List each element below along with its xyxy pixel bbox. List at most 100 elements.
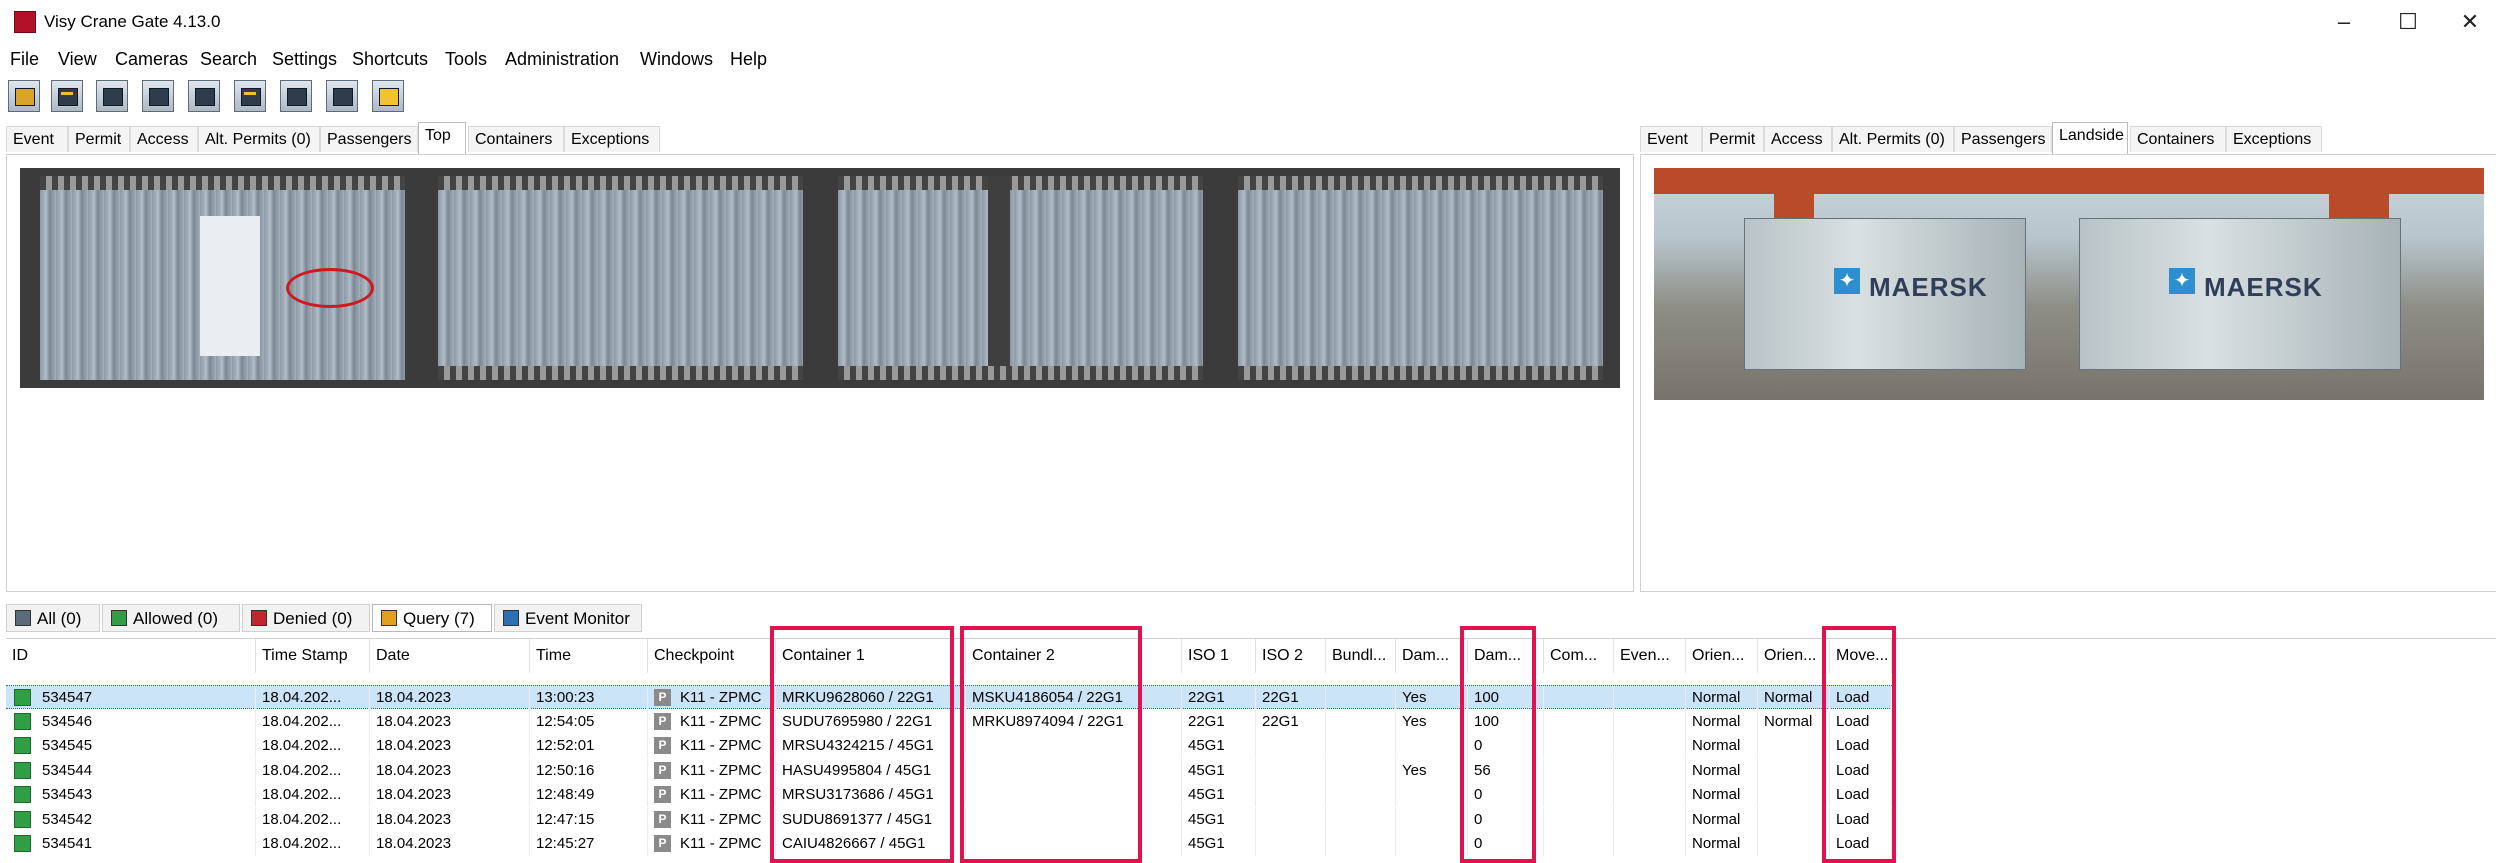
cell-text: Yes [1402, 712, 1427, 730]
menu-view[interactable]: View [58, 49, 97, 70]
tab-event-monitor[interactable]: Event Monitor [494, 604, 642, 632]
status-allowed-icon [14, 712, 31, 730]
cell-damage-flag: Yes [1396, 758, 1468, 783]
tab-containers-right[interactable]: Containers [2130, 126, 2226, 152]
highlight-damage [1460, 626, 1536, 863]
close-icon[interactable]: ✕ [2440, 4, 2496, 40]
tab-alt-permits[interactable]: Alt. Permits (0) [198, 126, 320, 152]
menu-help[interactable]: Help [730, 49, 767, 70]
cell-damage-flag [1396, 807, 1468, 832]
event-view-icon[interactable] [51, 80, 83, 112]
checkpoint-icon: P [654, 786, 671, 803]
tab-landside[interactable]: Landside [2052, 122, 2128, 154]
tab-denied[interactable]: Denied (0) [242, 604, 370, 632]
tab-access-right[interactable]: Access [1764, 126, 1832, 152]
tab-exceptions-right[interactable]: Exceptions [2226, 126, 2322, 152]
cell-orientation-2: Normal [1758, 709, 1830, 734]
cell-time: 12:50:16 [530, 758, 648, 783]
column-header-orientation-2[interactable]: Orien... [1758, 639, 1830, 673]
menu-administration[interactable]: Administration [505, 49, 619, 70]
cell-text: 18.04.2023 [376, 761, 452, 779]
cell-iso-1: 22G1 [1182, 709, 1256, 734]
column-header-event[interactable]: Even... [1614, 639, 1686, 673]
tab-event-right[interactable]: Event [1640, 126, 1702, 152]
maximize-icon[interactable]: ☐ [2378, 4, 2438, 40]
tab-allowed[interactable]: Allowed (0) [102, 604, 240, 632]
tab-top[interactable]: Top [418, 122, 466, 154]
menu-cameras[interactable]: Cameras [115, 49, 188, 70]
landside-camera-strip: ✦ MAERSK ✦ MAERSK [1654, 168, 2484, 400]
column-header-time-stamp[interactable]: Time Stamp [256, 639, 370, 673]
cell-iso-2: 22G1 [1256, 709, 1326, 734]
checkpoint-icon: P [654, 835, 671, 852]
stack-view-icon[interactable] [96, 80, 128, 112]
cell-text: 12:54:05 [536, 712, 595, 730]
minimize-icon[interactable]: – [2314, 4, 2374, 40]
column-header-orientation-1[interactable]: Orien... [1686, 639, 1758, 673]
column-header-damage-flag[interactable]: Dam... [1396, 639, 1468, 673]
cell-time-stamp: 18.04.202... [256, 832, 370, 856]
cell-text: 534545 [42, 737, 93, 754]
report-icon[interactable] [372, 80, 404, 112]
cell-orientation-1: Normal [1686, 783, 1758, 807]
landside-camera-image-2[interactable]: ✦ MAERSK [2069, 168, 2484, 400]
tab-containers[interactable]: Containers [468, 126, 564, 152]
tab-exceptions[interactable]: Exceptions [564, 126, 660, 152]
column-header-time[interactable]: Time [530, 639, 648, 673]
menu-tools[interactable]: Tools [445, 49, 487, 70]
menu-shortcuts[interactable]: Shortcuts [352, 49, 428, 70]
column-header-iso-1[interactable]: ISO 1 [1182, 639, 1256, 673]
menu-file[interactable]: File [10, 49, 39, 70]
cell-event [1614, 783, 1686, 807]
message-icon[interactable] [280, 80, 312, 112]
cell-text: 22G1 [1262, 712, 1299, 730]
menu-settings[interactable]: Settings [272, 49, 337, 70]
tab-access[interactable]: Access [130, 126, 198, 152]
cell-text: 12:45:27 [536, 835, 595, 852]
column-header-comment[interactable]: Com... [1544, 639, 1614, 673]
column-header-id[interactable]: ID [6, 639, 256, 673]
cell-date: 18.04.2023 [370, 832, 530, 856]
cell-text: 12:50:16 [536, 761, 595, 779]
cell-bundle [1326, 709, 1396, 734]
grid-view-icon[interactable] [142, 80, 174, 112]
top-camera-image-1[interactable] [40, 176, 405, 380]
cell-text: 18.04.2023 [376, 689, 452, 706]
cell-iso-1: 45G1 [1182, 807, 1256, 832]
cell-text: Normal [1764, 689, 1813, 706]
cell-bundle [1326, 807, 1396, 832]
cell-comment [1544, 709, 1614, 734]
tab-all[interactable]: All (0) [6, 604, 100, 632]
cell-text: 22G1 [1188, 689, 1225, 706]
image-view-icon[interactable] [188, 80, 220, 112]
tab-passengers[interactable]: Passengers [320, 126, 418, 152]
column-header-iso-2[interactable]: ISO 2 [1256, 639, 1326, 673]
list-edit-icon[interactable] [234, 80, 266, 112]
query-icon [381, 610, 397, 626]
top-camera-image-4[interactable] [1238, 176, 1603, 380]
cell-id: 534544 [6, 758, 256, 783]
cell-text: 18.04.2023 [376, 810, 452, 828]
cell-checkpoint: P K11 - ZPMC [648, 783, 776, 807]
window-icon[interactable] [326, 80, 358, 112]
open-camera-icon[interactable] [8, 80, 40, 112]
cell-iso-2: 22G1 [1256, 686, 1326, 710]
tab-event[interactable]: Event [6, 126, 68, 152]
cell-date: 18.04.2023 [370, 783, 530, 807]
tab-alt-permits-right[interactable]: Alt. Permits (0) [1832, 126, 1954, 152]
column-header-date[interactable]: Date [370, 639, 530, 673]
cell-text: 18.04.202... [262, 761, 342, 779]
cell-checkpoint: P K11 - ZPMC [648, 807, 776, 832]
top-camera-image-3[interactable] [838, 176, 1203, 380]
menu-windows[interactable]: Windows [640, 49, 713, 70]
tab-permit[interactable]: Permit [68, 126, 130, 152]
tab-query[interactable]: Query (7) [372, 604, 492, 632]
tab-permit-right[interactable]: Permit [1702, 126, 1764, 152]
column-header-bundle[interactable]: Bundl... [1326, 639, 1396, 673]
top-camera-image-2[interactable] [438, 176, 803, 380]
tab-passengers-right[interactable]: Passengers [1954, 126, 2052, 152]
cell-damage-flag: Yes [1396, 686, 1468, 710]
landside-camera-image-1[interactable]: ✦ MAERSK [1654, 168, 2069, 400]
column-header-checkpoint[interactable]: Checkpoint [648, 639, 776, 673]
menu-search[interactable]: Search [200, 49, 257, 70]
